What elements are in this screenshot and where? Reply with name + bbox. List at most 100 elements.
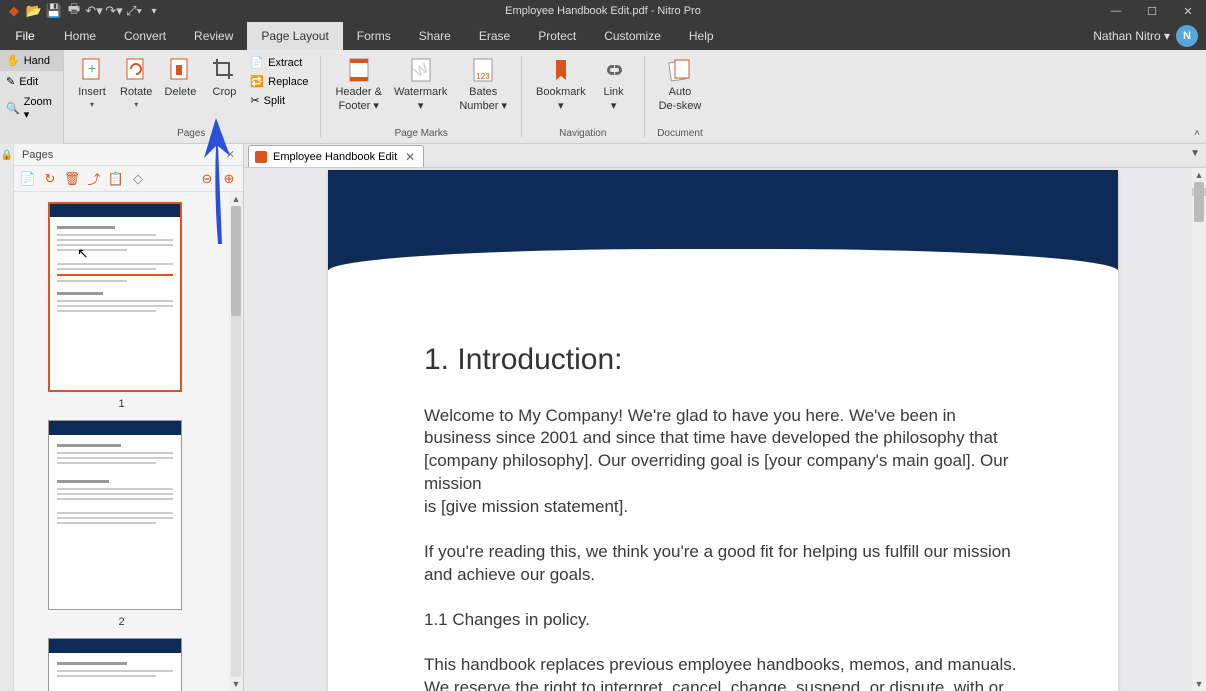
crop-thumb-icon[interactable]: ◇ bbox=[130, 171, 146, 187]
maximize-button[interactable]: ☐ bbox=[1134, 0, 1170, 22]
doc-paragraph-1b: is [give mission statement]. bbox=[424, 496, 1022, 519]
left-sidebar-strip: 🔒 bbox=[0, 144, 14, 691]
menu-erase[interactable]: Erase bbox=[465, 22, 524, 50]
menu-protect[interactable]: Protect bbox=[524, 22, 590, 50]
print-icon[interactable]: 🖶 bbox=[66, 3, 82, 19]
watermark-button[interactable]: W Watermark ▾ bbox=[388, 52, 453, 116]
thumb-label-1: 1 bbox=[48, 398, 195, 410]
zoom-icon: 🔍 bbox=[6, 102, 20, 115]
minimize-button[interactable]: — bbox=[1098, 0, 1134, 22]
auto-deskew-button[interactable]: Auto De-skew bbox=[653, 52, 708, 116]
document-tab-label: Employee Handbook Edit bbox=[273, 151, 397, 163]
page-thumbnail-3[interactable] bbox=[48, 638, 182, 691]
replace-thumb-icon[interactable]: 📋 bbox=[108, 171, 124, 187]
menu-forms[interactable]: Forms bbox=[343, 22, 405, 50]
qat-customize-icon[interactable]: ▾ bbox=[146, 3, 162, 19]
window-title: Employee Handbook Edit.pdf - Nitro Pro bbox=[505, 5, 701, 17]
page-banner bbox=[328, 170, 1118, 270]
insert-blank-icon[interactable]: 📄 bbox=[20, 171, 36, 187]
header-footer-button[interactable]: Header & Footer ▾ bbox=[329, 52, 387, 116]
title-bar: ◆ 📂 💾 🖶 ↶▾ ↷▾ ⤢▾ ▾ Employee Handbook Edi… bbox=[0, 0, 1206, 22]
pages-toolbar: 📄 ↻ 🗑 ⤴ 📋 ◇ ⊖ ⊕ bbox=[14, 166, 243, 192]
document-area: Employee Handbook Edit ✕ ▼ 1. Introducti… bbox=[244, 144, 1206, 691]
doc-scrollbar[interactable]: ▲ ▼ bbox=[1192, 168, 1206, 691]
extract-icon: 📄 bbox=[250, 56, 264, 69]
hand-tool[interactable]: ✋Hand bbox=[0, 50, 63, 71]
bookmark-button[interactable]: Bookmark ▾ bbox=[530, 52, 592, 116]
doc-scroll-down-icon[interactable]: ▼ bbox=[1192, 677, 1206, 691]
ribbon-group-pages: + Insert▾ Rotate▾ Delete Crop 📄Extract bbox=[64, 50, 318, 143]
doc-heading: 1. Introduction: bbox=[424, 340, 1022, 381]
open-icon[interactable]: 📂 bbox=[26, 3, 42, 19]
link-button[interactable]: Link ▾ bbox=[592, 52, 636, 116]
document-viewport[interactable]: 1. Introduction: Welcome to My Company! … bbox=[244, 168, 1206, 691]
doc-scroll-up-icon[interactable]: ▲ bbox=[1192, 168, 1206, 182]
redo-icon[interactable]: ↷▾ bbox=[106, 3, 122, 19]
page-thumbnail-1[interactable]: ↖ bbox=[48, 202, 182, 392]
bates-number-button[interactable]: 123 Bates Number ▾ bbox=[453, 52, 513, 116]
menu-convert[interactable]: Convert bbox=[110, 22, 180, 50]
document-tab-close-icon[interactable]: ✕ bbox=[403, 150, 417, 164]
crop-icon bbox=[210, 56, 238, 84]
delete-thumb-icon[interactable]: 🗑 bbox=[64, 171, 80, 187]
split-button[interactable]: ✂Split bbox=[246, 92, 312, 109]
menu-page-layout[interactable]: Page Layout bbox=[247, 22, 342, 50]
extract-thumb-icon[interactable]: ⤴ bbox=[86, 171, 102, 187]
replace-button[interactable]: 🔁Replace bbox=[246, 73, 312, 90]
header-footer-icon bbox=[345, 56, 373, 84]
insert-button[interactable]: + Insert▾ bbox=[70, 52, 114, 113]
split-icon: ✂ bbox=[250, 94, 259, 107]
crop-button[interactable]: Crop bbox=[202, 52, 246, 102]
doc-paragraph-2: If you're reading this, we think you're … bbox=[424, 541, 1022, 587]
edit-tool[interactable]: ✎Edit bbox=[0, 71, 63, 92]
thumb-label-2: 2 bbox=[48, 616, 195, 628]
menu-review[interactable]: Review bbox=[180, 22, 247, 50]
doc-paragraph-4: This handbook replaces previous employee… bbox=[424, 654, 1022, 691]
rotate-button[interactable]: Rotate▾ bbox=[114, 52, 158, 113]
select-tool-icon[interactable]: ⤢▾ bbox=[126, 3, 142, 19]
quick-access-toolbar: ◆ 📂 💾 🖶 ↶▾ ↷▾ ⤢▾ ▾ bbox=[0, 3, 162, 19]
thumbs-scrollbar[interactable]: ▲ ▼ bbox=[229, 192, 243, 691]
user-avatar[interactable]: N bbox=[1176, 25, 1198, 47]
sidebar-toggle-icon[interactable]: 🔒 bbox=[1, 150, 13, 162]
zoom-tool[interactable]: 🔍Zoom ▾ bbox=[0, 92, 63, 125]
document-tab-row: Employee Handbook Edit ✕ ▼ bbox=[244, 144, 1206, 168]
scroll-handle[interactable] bbox=[231, 206, 241, 316]
menu-bar: File Home Convert Review Page Layout For… bbox=[0, 22, 1206, 50]
group-label-pagemarks: Page Marks bbox=[395, 126, 448, 143]
document-tab[interactable]: Employee Handbook Edit ✕ bbox=[248, 145, 424, 167]
ribbon-collapse-icon[interactable]: ˄ bbox=[1194, 128, 1200, 139]
file-menu[interactable]: File bbox=[0, 22, 50, 50]
delete-page-icon bbox=[166, 56, 194, 84]
bates-icon: 123 bbox=[469, 56, 497, 84]
pages-panel-close-icon[interactable]: ✕ bbox=[226, 148, 235, 161]
hand-icon: ✋ bbox=[6, 54, 20, 67]
insert-page-icon: + bbox=[78, 56, 106, 84]
link-icon bbox=[600, 56, 628, 84]
extract-button[interactable]: 📄Extract bbox=[246, 54, 312, 71]
doc-scroll-handle[interactable] bbox=[1194, 182, 1204, 222]
tab-dropdown-icon[interactable]: ▼ bbox=[1190, 148, 1200, 159]
pages-panel: Pages ✕ 📄 ↻ 🗑 ⤴ 📋 ◇ ⊖ ⊕ bbox=[14, 144, 244, 691]
ribbon-group-navigation: Bookmark ▾ Link ▾ Navigation bbox=[524, 50, 642, 143]
scroll-up-icon[interactable]: ▲ bbox=[229, 192, 243, 206]
menu-share[interactable]: Share bbox=[405, 22, 465, 50]
ribbon-group-document: Auto De-skew Document bbox=[647, 50, 714, 143]
user-name-label[interactable]: Nathan Nitro ▾ bbox=[1093, 29, 1170, 43]
save-icon[interactable]: 💾 bbox=[46, 3, 62, 19]
scroll-down-icon[interactable]: ▼ bbox=[229, 677, 243, 691]
menu-customize[interactable]: Customize bbox=[590, 22, 675, 50]
close-button[interactable]: ✕ bbox=[1170, 0, 1206, 22]
doc-paragraph-3: 1.1 Changes in policy. bbox=[424, 609, 1022, 632]
delete-button[interactable]: Delete bbox=[158, 52, 202, 102]
svg-text:+: + bbox=[88, 60, 96, 76]
rotate-thumb-icon[interactable]: ↻ bbox=[42, 171, 58, 187]
zoom-in-thumb-icon[interactable]: ⊕ bbox=[221, 171, 237, 187]
group-label-document: Document bbox=[657, 126, 703, 143]
page-thumbnail-2[interactable] bbox=[48, 420, 182, 610]
menu-home[interactable]: Home bbox=[50, 22, 110, 50]
menu-help[interactable]: Help bbox=[675, 22, 728, 50]
ribbon: + Insert▾ Rotate▾ Delete Crop 📄Extract bbox=[64, 50, 1206, 144]
zoom-out-thumb-icon[interactable]: ⊖ bbox=[199, 171, 215, 187]
undo-icon[interactable]: ↶▾ bbox=[86, 3, 102, 19]
